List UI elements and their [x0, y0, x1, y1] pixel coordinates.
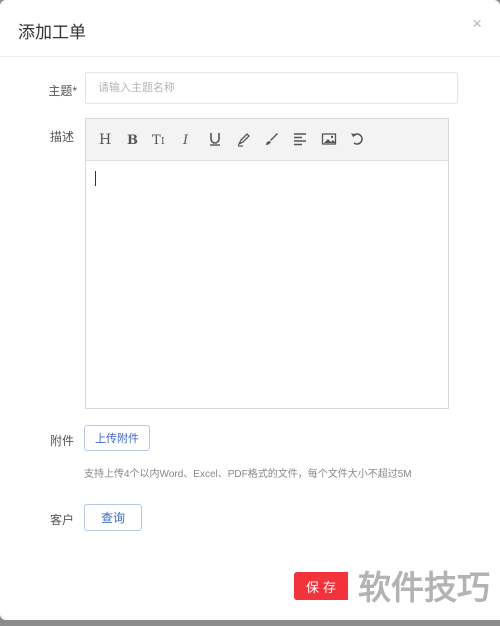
align-icon[interactable] [291, 130, 309, 148]
watermark-text: 软件技巧 [348, 556, 500, 620]
subject-label: 主题* [48, 84, 77, 98]
svg-text:I: I [182, 133, 189, 147]
close-icon[interactable]: × [472, 14, 482, 34]
upload-attachment-button[interactable]: 上传附件 [84, 425, 150, 451]
customer-label: 客户 [49, 513, 74, 527]
editor-content-area[interactable] [86, 161, 448, 408]
svg-text:I: I [161, 137, 165, 147]
brush-icon[interactable] [263, 130, 281, 148]
italic-icon[interactable]: I [178, 130, 196, 148]
query-customer-button[interactable]: 查询 [84, 504, 142, 531]
highlight-icon[interactable] [235, 130, 253, 148]
image-icon[interactable] [320, 130, 338, 148]
save-button[interactable]: 保存 [294, 572, 352, 600]
underline-icon[interactable] [206, 130, 224, 148]
rich-text-editor: H B TI I [85, 118, 449, 409]
attachment-label: 附件 [49, 434, 74, 448]
svg-text:H: H [99, 132, 111, 147]
font-size-icon[interactable]: TI [151, 130, 169, 148]
svg-text:T: T [152, 133, 161, 147]
svg-text:B: B [127, 133, 138, 147]
bold-icon[interactable]: B [123, 130, 141, 148]
subject-input[interactable] [85, 72, 458, 104]
dialog-title: 添加工单 [18, 23, 86, 42]
add-ticket-dialog: 添加工单 × 主题* 描述 H B TI I [0, 0, 500, 620]
description-label: 描述 [49, 130, 74, 144]
editor-toolbar: H B TI I [86, 119, 448, 161]
dialog-header: 添加工单 × [0, 0, 500, 57]
heading-icon[interactable]: H [96, 130, 114, 148]
undo-icon[interactable] [348, 130, 366, 148]
attachment-hint: 支持上传4个以内Word、Excel、PDF格式的文件，每个文件大小不超过5M [84, 469, 412, 480]
text-caret [95, 171, 96, 186]
